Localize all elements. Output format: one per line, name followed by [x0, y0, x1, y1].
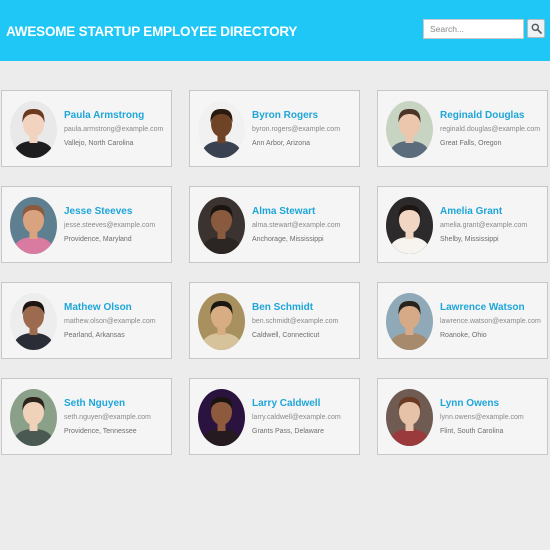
avatar: [386, 293, 433, 350]
page-title: AWESOME STARTUP EMPLOYEE DIRECTORY: [6, 24, 298, 39]
employee-card[interactable]: Larry Caldwell larry.caldwell@example.co…: [189, 378, 360, 455]
avatar: [386, 389, 433, 446]
portrait-photo: [10, 389, 57, 446]
portrait-photo: [198, 197, 245, 254]
employee-card[interactable]: Lawrence Watson lawrence.watson@example.…: [377, 282, 548, 359]
employee-name: Jesse Steeves: [64, 206, 133, 217]
app-header: AWESOME STARTUP EMPLOYEE DIRECTORY: [0, 0, 550, 61]
employee-location: Providence, Tennessee: [64, 428, 137, 435]
portrait-photo: [10, 101, 57, 158]
employee-name: Lawrence Watson: [440, 302, 525, 313]
portrait-photo: [198, 389, 245, 446]
employee-name: Amelia Grant: [440, 206, 503, 217]
employee-card[interactable]: Ben Schmidt ben.schmidt@example.com Cald…: [189, 282, 360, 359]
employee-location: Ann Arbor, Arizona: [252, 140, 310, 147]
employee-email: paula.armstrong@example.com: [64, 126, 164, 133]
avatar: [198, 389, 245, 446]
employee-name: Alma Stewart: [252, 206, 316, 217]
portrait-photo: [198, 293, 245, 350]
employee-location: Shelby, Mississippi: [440, 236, 499, 243]
avatar: [10, 389, 57, 446]
employee-name: Reginald Douglas: [440, 110, 525, 121]
employee-email: larry.caldwell@example.com: [252, 414, 341, 421]
magnifier-icon: [531, 23, 542, 34]
employee-email: reginald.douglas@example.com: [440, 126, 541, 133]
employee-email: lawrence.watson@example.com: [440, 318, 541, 325]
avatar: [198, 197, 245, 254]
avatar: [10, 101, 57, 158]
employee-email: lynn.owens@example.com: [440, 414, 524, 421]
avatar: [10, 197, 57, 254]
employee-location: Vallejo, North Carolina: [64, 140, 134, 147]
avatar: [386, 197, 433, 254]
employee-location: Anchorage, Mississippi: [252, 236, 324, 243]
employee-card[interactable]: Jesse Steeves jesse.steeves@example.com …: [1, 186, 172, 263]
employee-name: Mathew Olson: [64, 302, 132, 313]
portrait-photo: [386, 389, 433, 446]
employee-location: Flint, South Carolina: [440, 428, 504, 435]
employee-card[interactable]: Amelia Grant amelia.grant@example.com Sh…: [377, 186, 548, 263]
search-input[interactable]: [423, 19, 524, 39]
portrait-photo: [10, 293, 57, 350]
employee-card[interactable]: Lynn Owens lynn.owens@example.com Flint,…: [377, 378, 548, 455]
employee-email: seth.nguyen@example.com: [64, 414, 151, 421]
employee-card[interactable]: Byron Rogers byron.rogers@example.com An…: [189, 90, 360, 167]
employee-email: amelia.grant@example.com: [440, 222, 528, 229]
employee-name: Byron Rogers: [252, 110, 319, 121]
avatar: [198, 293, 245, 350]
portrait-photo: [198, 101, 245, 158]
employee-name: Seth Nguyen: [64, 398, 126, 409]
employee-email: ben.schmidt@example.com: [252, 318, 339, 325]
portrait-photo: [386, 101, 433, 158]
employee-card[interactable]: Alma Stewart alma.stewart@example.com An…: [189, 186, 360, 263]
employee-name: Ben Schmidt: [252, 302, 314, 313]
employee-location: Grants Pass, Delaware: [252, 428, 324, 435]
employee-card[interactable]: Mathew Olson mathew.olson@example.com Pe…: [1, 282, 172, 359]
avatar: [10, 293, 57, 350]
employee-email: mathew.olson@example.com: [64, 318, 156, 325]
employee-name: Paula Armstrong: [64, 110, 145, 121]
portrait-photo: [10, 197, 57, 254]
search-button[interactable]: [527, 19, 545, 38]
employee-email: alma.stewart@example.com: [252, 222, 341, 229]
employee-card[interactable]: Seth Nguyen seth.nguyen@example.com Prov…: [1, 378, 172, 455]
employee-email: byron.rogers@example.com: [252, 126, 341, 133]
employee-location: Great Falls, Oregon: [440, 140, 502, 147]
avatar: [386, 101, 433, 158]
portrait-photo: [386, 293, 433, 350]
employee-card[interactable]: Reginald Douglas reginald.douglas@exampl…: [377, 90, 548, 167]
employee-location: Roanoke, Ohio: [440, 332, 487, 339]
employee-email: jesse.steeves@example.com: [64, 222, 156, 229]
employee-location: Pearland, Arkansas: [64, 332, 125, 339]
employee-card[interactable]: Paula Armstrong paula.armstrong@example.…: [1, 90, 172, 167]
employee-location: Caldwell, Connecticut: [252, 332, 320, 339]
avatar: [198, 101, 245, 158]
employee-name: Lynn Owens: [440, 398, 500, 409]
portrait-photo: [386, 197, 433, 254]
employee-name: Larry Caldwell: [252, 398, 321, 409]
employee-location: Providence, Maryland: [64, 236, 132, 243]
